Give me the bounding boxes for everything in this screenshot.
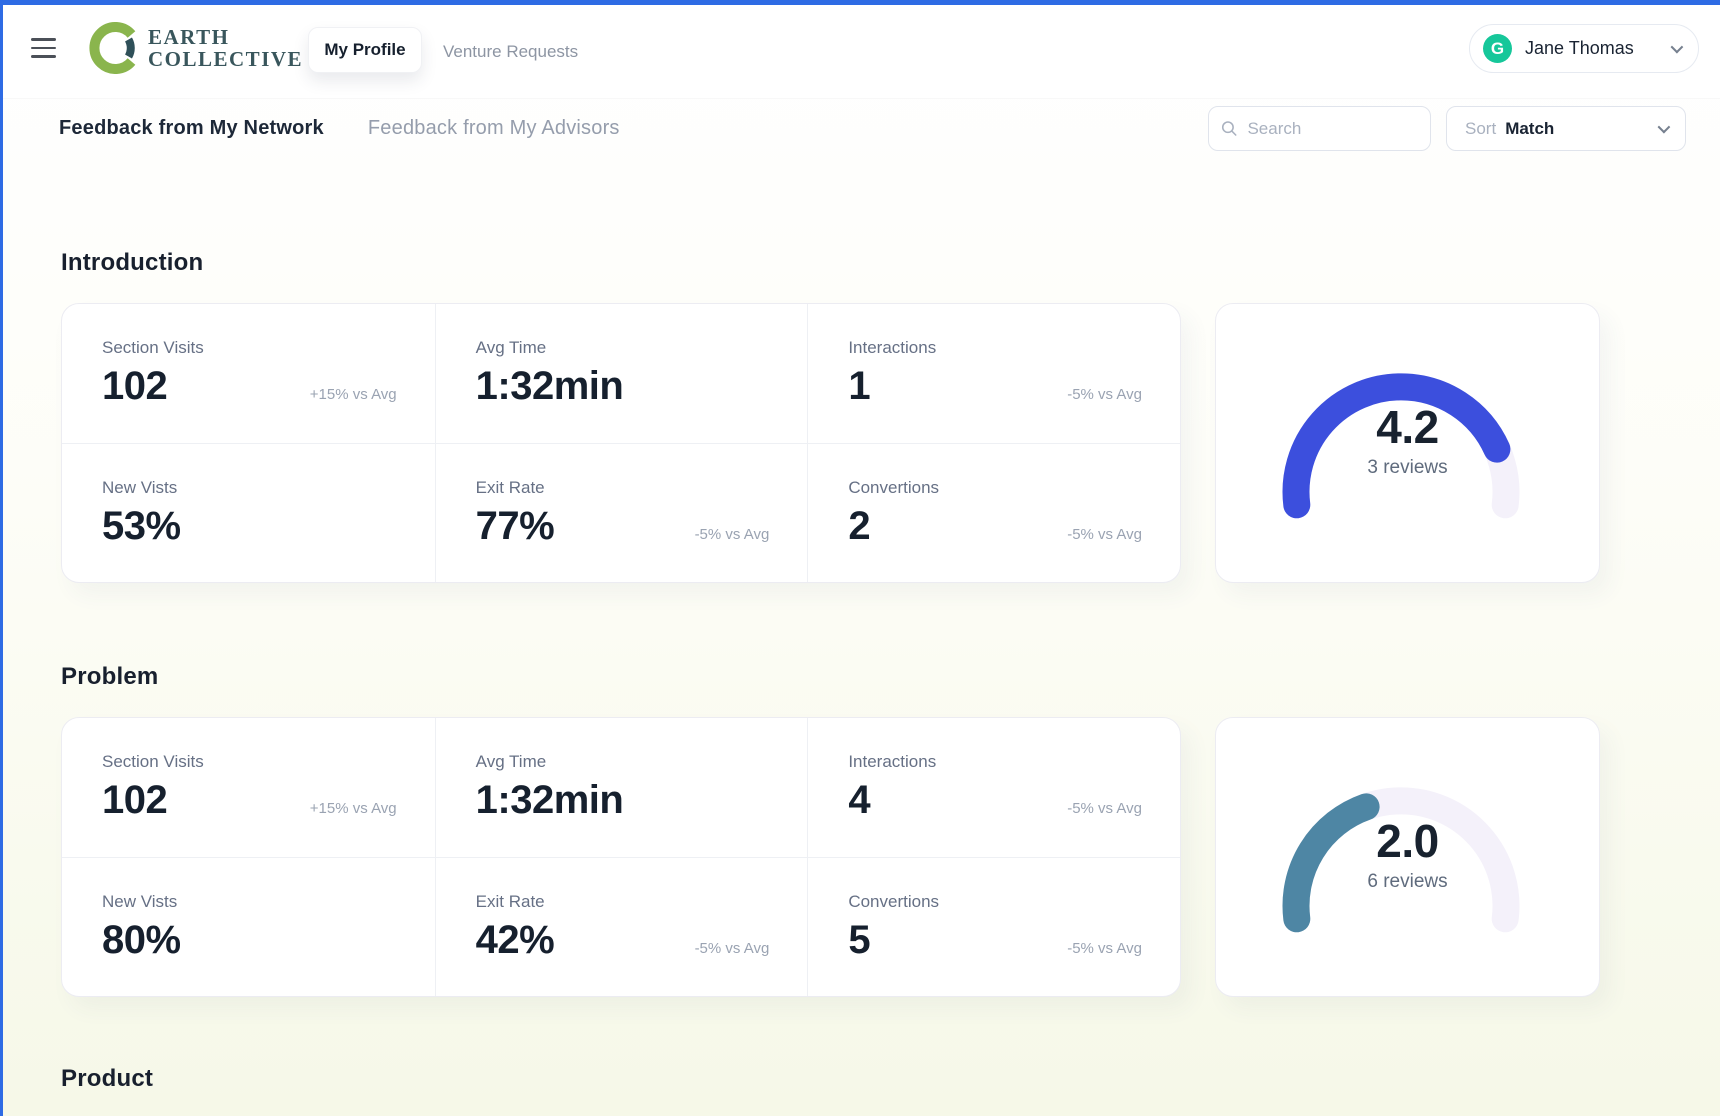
metric-convertions: Convertions 2 -5% vs Avg (807, 443, 1180, 582)
metric-value: 102 (102, 778, 167, 823)
chevron-down-icon (1671, 41, 1684, 54)
sort-label: Sort (1465, 119, 1496, 139)
logo-wordmark: EARTH COLLECTIVE (148, 26, 303, 70)
metric-delta: +15% vs Avg (310, 386, 397, 403)
metric-value: 5 (848, 918, 870, 963)
rating-gauge-card: 4.2 3 reviews (1215, 303, 1600, 583)
metric-section-visits: Section Visits 102 +15% vs Avg (62, 718, 435, 857)
metric-delta: -5% vs Avg (695, 526, 770, 543)
metric-label: Exit Rate (476, 478, 770, 498)
section-product: Product (61, 1065, 1665, 1093)
hamburger-menu-icon[interactable] (31, 38, 56, 58)
metric-delta: -5% vs Avg (1067, 800, 1142, 817)
metric-new-vists: New Vists 80% (62, 857, 435, 996)
metrics-card: Section Visits 102 +15% vs Avg Avg Time … (61, 717, 1181, 997)
chevron-down-icon (1658, 121, 1671, 134)
rating-score: 2.0 (1216, 814, 1599, 868)
logo-mark-icon (88, 22, 140, 74)
user-menu[interactable]: G Jane Thomas (1469, 24, 1699, 73)
metric-exit-rate: Exit Rate 77% -5% vs Avg (435, 443, 808, 582)
section-introduction: Introduction Section Visits 102 +15% vs … (61, 249, 1665, 277)
metric-label: Interactions (848, 338, 1142, 358)
rating-reviews: 6 reviews (1216, 871, 1599, 893)
metric-value: 1:32min (476, 778, 624, 823)
metric-exit-rate: Exit Rate 42% -5% vs Avg (435, 857, 808, 996)
metric-value: 2 (848, 504, 870, 549)
search-input[interactable] (1247, 119, 1418, 139)
metric-value: 1:32min (476, 364, 624, 409)
metric-delta: -5% vs Avg (1067, 526, 1142, 543)
metric-delta: +15% vs Avg (310, 800, 397, 817)
metric-label: Interactions (848, 752, 1142, 772)
metric-delta: -5% vs Avg (695, 940, 770, 957)
search-icon (1221, 119, 1237, 138)
metric-value: 53% (102, 504, 181, 549)
section-title: Introduction (61, 249, 1665, 277)
metric-delta: -5% vs Avg (1067, 386, 1142, 403)
metric-label: Exit Rate (476, 892, 770, 912)
metric-label: Convertions (848, 892, 1142, 912)
rating-score: 4.2 (1216, 400, 1599, 454)
metric-delta: -5% vs Avg (1067, 940, 1142, 957)
section-title: Problem (61, 663, 1665, 691)
metric-section-visits: Section Visits 102 +15% vs Avg (62, 304, 435, 443)
metric-interactions: Interactions 4 -5% vs Avg (807, 718, 1180, 857)
metric-value: 4 (848, 778, 870, 823)
metric-value: 77% (476, 504, 555, 549)
user-avatar: G (1483, 34, 1512, 63)
metric-convertions: Convertions 5 -5% vs Avg (807, 857, 1180, 996)
venture-requests-link[interactable]: Venture Requests (443, 5, 578, 98)
my-profile-button[interactable]: My Profile (308, 27, 422, 73)
tab-feedback-network[interactable]: Feedback from My Network (59, 117, 324, 140)
metric-value: 102 (102, 364, 167, 409)
rating-gauge-card: 2.0 6 reviews (1215, 717, 1600, 997)
metric-label: Convertions (848, 478, 1142, 498)
metric-label: Avg Time (476, 338, 770, 358)
app-window: EARTH COLLECTIVE My Profile Venture Requ… (0, 0, 1720, 1116)
metric-interactions: Interactions 1 -5% vs Avg (807, 304, 1180, 443)
metric-value: 42% (476, 918, 555, 963)
metric-label: Avg Time (476, 752, 770, 772)
metric-value: 1 (848, 364, 870, 409)
sort-value: Match (1505, 119, 1658, 139)
search-box[interactable] (1208, 106, 1431, 151)
metric-value: 80% (102, 918, 181, 963)
metric-label: New Vists (102, 478, 397, 498)
metric-avg-time: Avg Time 1:32min (435, 718, 808, 857)
tab-feedback-advisors[interactable]: Feedback from My Advisors (368, 117, 620, 140)
user-name: Jane Thomas (1525, 38, 1671, 59)
earth-collective-logo: EARTH COLLECTIVE (88, 22, 303, 74)
metric-label: Section Visits (102, 752, 397, 772)
rating-reviews: 3 reviews (1216, 457, 1599, 479)
feedback-tabs: Feedback from My Network Feedback from M… (59, 106, 620, 151)
sort-dropdown[interactable]: Sort Match (1446, 106, 1686, 151)
metrics-card: Section Visits 102 +15% vs Avg Avg Time … (61, 303, 1181, 583)
metric-avg-time: Avg Time 1:32min (435, 304, 808, 443)
metric-label: New Vists (102, 892, 397, 912)
top-header: EARTH COLLECTIVE My Profile Venture Requ… (3, 5, 1720, 98)
section-title: Product (61, 1065, 1665, 1093)
metric-label: Section Visits (102, 338, 397, 358)
section-problem: Problem Section Visits 102 +15% vs Avg A… (61, 663, 1665, 691)
metric-new-vists: New Vists 53% (62, 443, 435, 582)
